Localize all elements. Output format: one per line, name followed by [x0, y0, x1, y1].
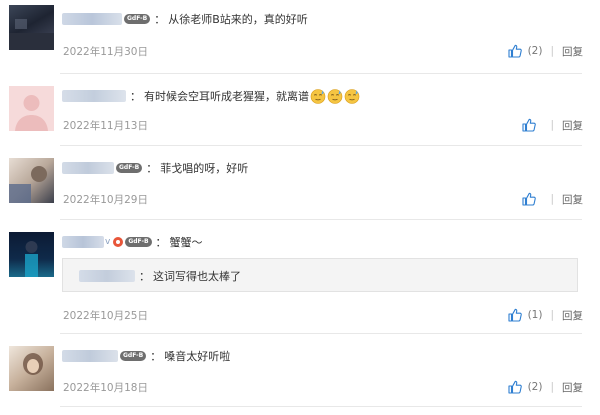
- thumbs-up-icon[interactable]: [508, 308, 522, 322]
- comment-text: 蟹蟹～: [169, 236, 203, 249]
- reply-button[interactable]: 回复: [562, 308, 583, 323]
- vip-badge: GdF-B: [120, 351, 147, 361]
- avatar[interactable]: [9, 86, 54, 131]
- action-divider: |: [550, 309, 554, 321]
- comment-text: 菲戈唱的呀，好听: [160, 162, 249, 175]
- reply-button[interactable]: 回复: [562, 118, 583, 133]
- sub-reply-text: 这词写得也太棒了: [153, 270, 241, 283]
- separator: ：: [146, 162, 158, 175]
- divider: [60, 406, 582, 407]
- comment-actions: (2) | 回复: [508, 43, 583, 59]
- comment-date: 2022年10月29日: [63, 194, 148, 206]
- avatar[interactable]: [9, 5, 54, 50]
- comment-date: 2022年11月13日: [63, 120, 148, 132]
- sub-reply: ： 这词写得也太棒了: [62, 258, 578, 292]
- comment-header: ： 有时候会空耳听成老猩猩，就离谱: [62, 86, 360, 106]
- comment-actions: (1) | 回复: [508, 307, 583, 323]
- like-count: (2): [527, 381, 543, 393]
- avatar[interactable]: [9, 232, 54, 277]
- vip-badge: GdF-B: [125, 237, 152, 247]
- divider: [60, 219, 582, 220]
- username[interactable]: [62, 350, 118, 362]
- thumbs-up-icon[interactable]: [522, 118, 537, 132]
- avatar[interactable]: [9, 158, 54, 203]
- comment-header: GdF-B ： 菲戈唱的呀，好听: [62, 158, 248, 178]
- comment-text: 嗓音太好听啦: [164, 350, 231, 363]
- sweat-smile-icon: [327, 88, 343, 104]
- sweat-smile-icon: [310, 88, 326, 104]
- medal-icon: [113, 237, 124, 247]
- avatar[interactable]: [9, 346, 54, 391]
- divider: [60, 145, 582, 146]
- action-divider: |: [550, 119, 554, 131]
- comment-header: GdF-B ： 从徐老师B站来的，真的好听: [62, 9, 308, 29]
- divider: [60, 333, 582, 334]
- username[interactable]: [79, 270, 135, 282]
- like-count: (2): [527, 45, 543, 57]
- action-divider: |: [550, 45, 554, 57]
- separator: ：: [150, 350, 162, 363]
- comment-date: 2022年10月25日: [63, 310, 148, 322]
- reply-button[interactable]: 回复: [562, 192, 583, 207]
- comment-actions: | 回复: [522, 191, 583, 207]
- username[interactable]: [62, 162, 114, 174]
- separator: ：: [155, 236, 167, 249]
- sub-reply-header: ： 这词写得也太棒了: [79, 266, 241, 286]
- comment-date: 2022年10月18日: [63, 382, 148, 394]
- vip-badge: GdF-B: [116, 163, 143, 173]
- username[interactable]: [62, 90, 126, 102]
- comment-header: GdF-B ： 嗓音太好听啦: [62, 346, 230, 366]
- thumbs-up-icon[interactable]: [508, 380, 522, 394]
- separator: ：: [154, 13, 166, 26]
- vip-badge: GdF-B: [124, 14, 151, 24]
- comment-actions: | 回复: [522, 117, 583, 133]
- divider: [60, 73, 582, 74]
- comment-text: 从徐老师B站来的，真的好听: [168, 13, 308, 26]
- action-divider: |: [550, 381, 554, 393]
- thumbs-up-icon[interactable]: [522, 192, 537, 206]
- separator: ：: [130, 90, 141, 103]
- reply-button[interactable]: 回复: [562, 380, 583, 395]
- reply-button[interactable]: 回复: [562, 44, 583, 59]
- sweat-smile-icon: [344, 88, 360, 104]
- like-count: (1): [527, 309, 543, 321]
- comment-actions: (2) | 回复: [508, 379, 583, 395]
- comment-text: 有时候会空耳听成老猩猩，就离谱: [144, 90, 309, 103]
- comment-date: 2022年11月30日: [63, 46, 148, 58]
- username[interactable]: [62, 13, 122, 25]
- thumbs-up-icon[interactable]: [508, 44, 522, 58]
- comment-header: v GdF-B ： 蟹蟹～: [62, 232, 203, 252]
- action-divider: |: [550, 193, 554, 205]
- separator: ：: [139, 270, 150, 283]
- username[interactable]: [62, 236, 104, 248]
